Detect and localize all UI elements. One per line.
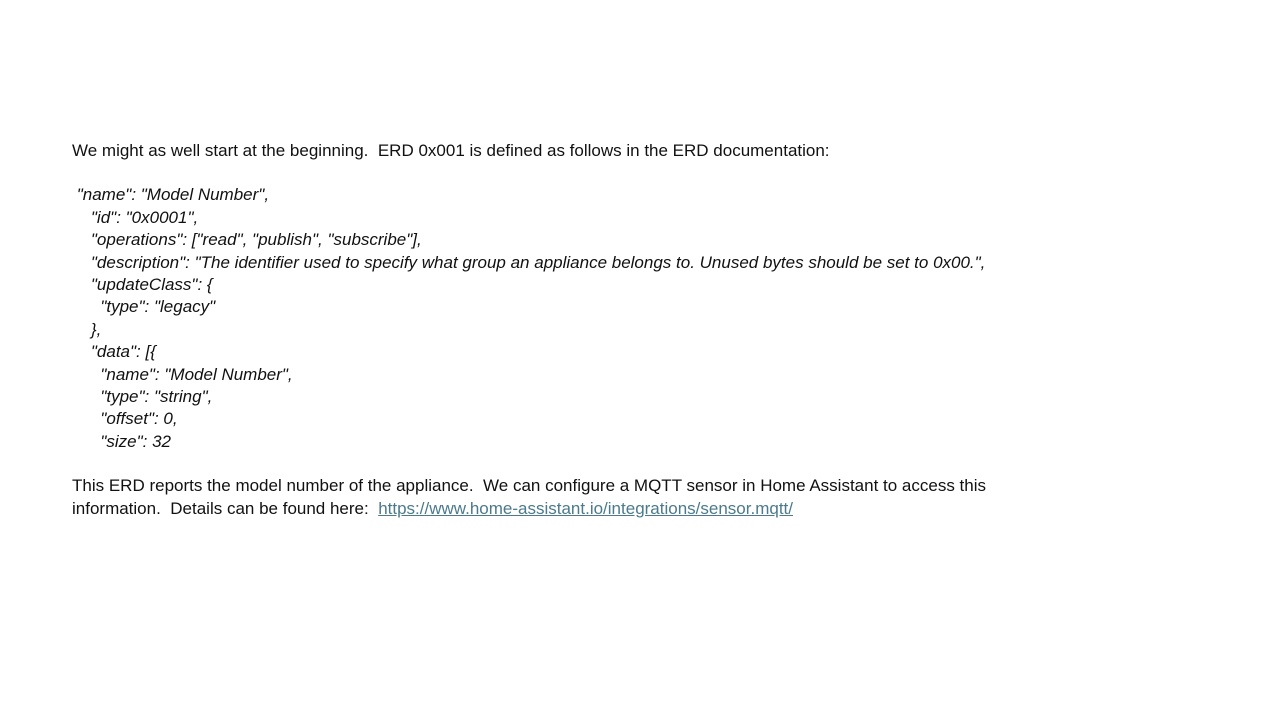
erd-json-definition: "name": "Model Number", "id": "0x0001", …: [72, 184, 1072, 453]
code-line-data: "data": [{: [72, 342, 156, 362]
code-line-update-class: "updateClass": {: [72, 274, 213, 294]
code-line-data-size: "size": 32: [72, 431, 171, 451]
code-line-operations: "operations": ["read", "publish", "subsc…: [72, 230, 422, 250]
outro-line-2-text: information. Details can be found here:: [72, 498, 379, 518]
slide-content: We might as well start at the beginning.…: [72, 140, 1072, 520]
code-line-data-offset: "offset": 0,: [72, 409, 178, 429]
code-line-name: "name": "Model Number",: [72, 185, 270, 205]
outro-line-1: This ERD reports the model number of the…: [72, 476, 987, 496]
outro-paragraph: This ERD reports the model number of the…: [72, 475, 1052, 520]
intro-paragraph: We might as well start at the beginning.…: [72, 141, 830, 160]
code-line-data-name: "name": "Model Number",: [72, 364, 293, 384]
code-line-data-type: "type": "string",: [72, 386, 213, 406]
mqtt-sensor-docs-link[interactable]: https://www.home-assistant.io/integratio…: [378, 499, 793, 518]
code-line-close-brace: },: [72, 319, 102, 339]
outro-line-2: information. Details can be found here: …: [72, 498, 1052, 520]
code-line-type-legacy: "type": "legacy": [72, 297, 216, 317]
code-line-description: "description": "The identifier used to s…: [72, 252, 986, 272]
code-line-id: "id": "0x0001",: [72, 207, 199, 227]
